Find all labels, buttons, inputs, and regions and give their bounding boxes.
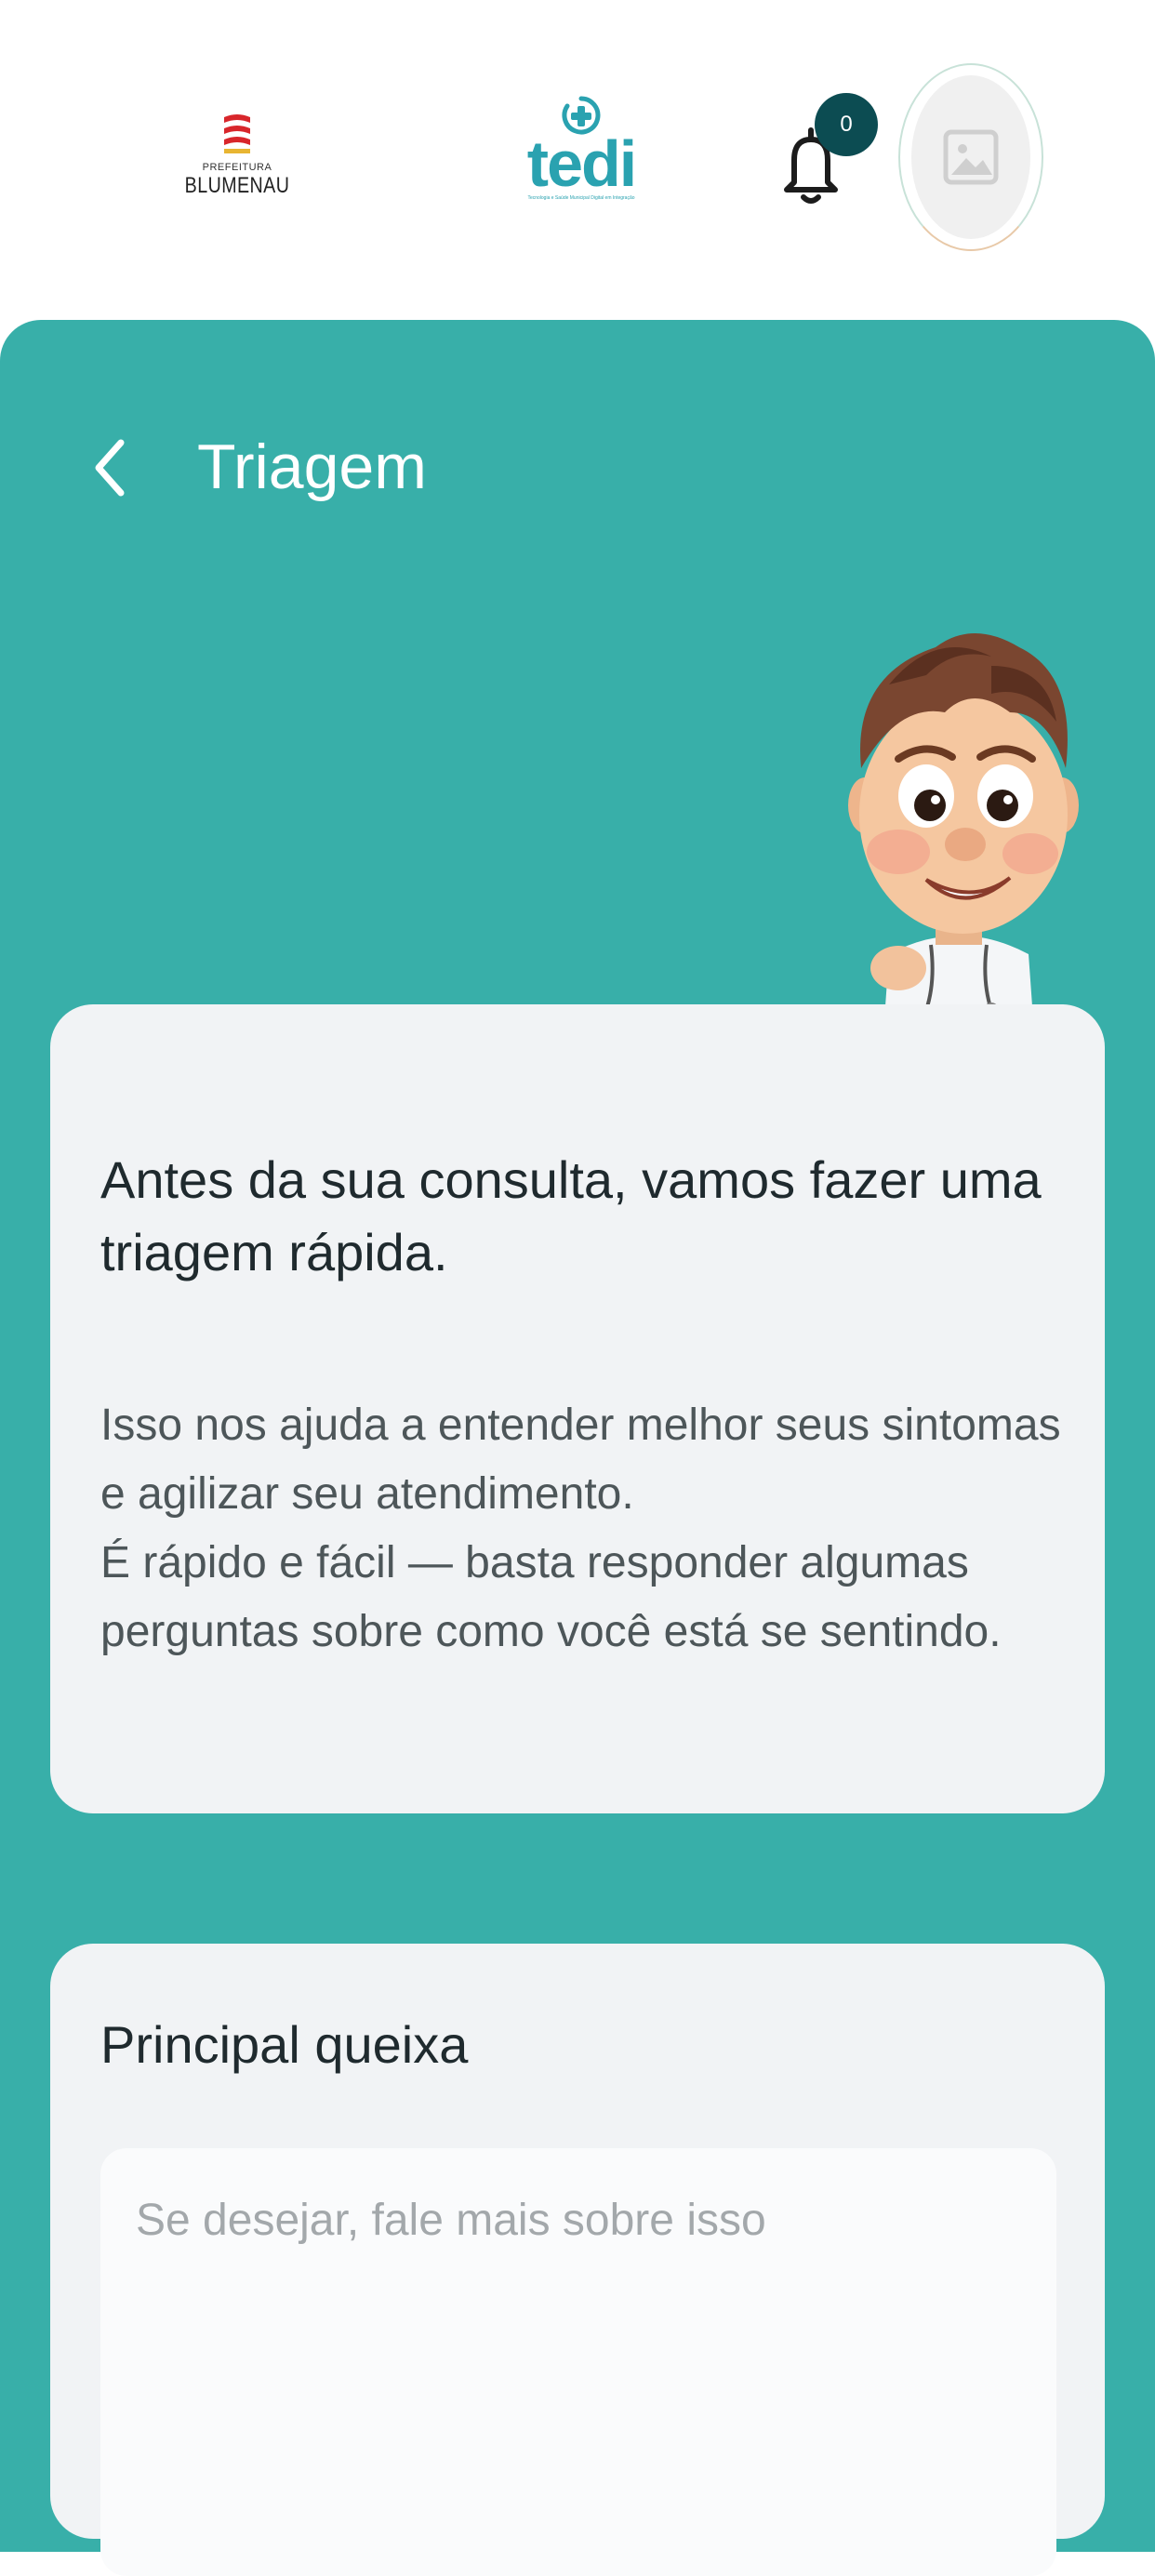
notification-count-badge[interactable]: 0	[815, 93, 878, 156]
page-title: Triagem	[197, 432, 427, 502]
main-complaint-placeholder: Se desejar, fale mais sobre isso	[136, 2196, 766, 2245]
doctor-mascot-illustration	[848, 633, 1079, 1019]
intro-heading: Antes da sua consulta, vamos fazer uma t…	[100, 1150, 1042, 1281]
main-complaint-card: Principal queixa Se desejar, fale mais s…	[50, 1944, 1105, 2576]
avatar-image-frame	[911, 75, 1030, 239]
blumenau-flag-icon	[222, 112, 252, 154]
user-avatar[interactable]	[898, 63, 1043, 251]
prefeitura-blumenau-logo: PREFEITURA BLUMENAU	[167, 110, 307, 212]
intro-body-line2: É rápido e fácil — basta responder algum…	[100, 1538, 1002, 1656]
intro-card: Antes da sua consulta, vamos fazer uma t…	[50, 1004, 1105, 1813]
main-complaint-textarea[interactable]: Se desejar, fale mais sobre isso	[100, 2148, 1056, 2576]
intro-body: Isso nos ajuda a entender melhor seus si…	[100, 1391, 1077, 1666]
tedi-wordmark: tedi	[526, 127, 637, 200]
tedi-tagline: Tecnologia e Saúde Municipal Digital em …	[527, 195, 635, 201]
app-header: PREFEITURA BLUMENAU tedi Tecnologia e Sa…	[0, 0, 1155, 321]
main-complaint-label: Principal queixa	[100, 2015, 469, 2074]
image-placeholder-icon	[943, 129, 999, 185]
prefeitura-label: PREFEITURA	[202, 162, 272, 173]
tedi-logo: tedi Tecnologia e Saúde Municipal Digita…	[521, 93, 642, 223]
chevron-left-icon[interactable]	[91, 437, 128, 498]
blumenau-label: BLUMENAU	[184, 173, 290, 198]
intro-body-line1: Isso nos ajuda a entender melhor seus si…	[100, 1401, 1061, 1519]
